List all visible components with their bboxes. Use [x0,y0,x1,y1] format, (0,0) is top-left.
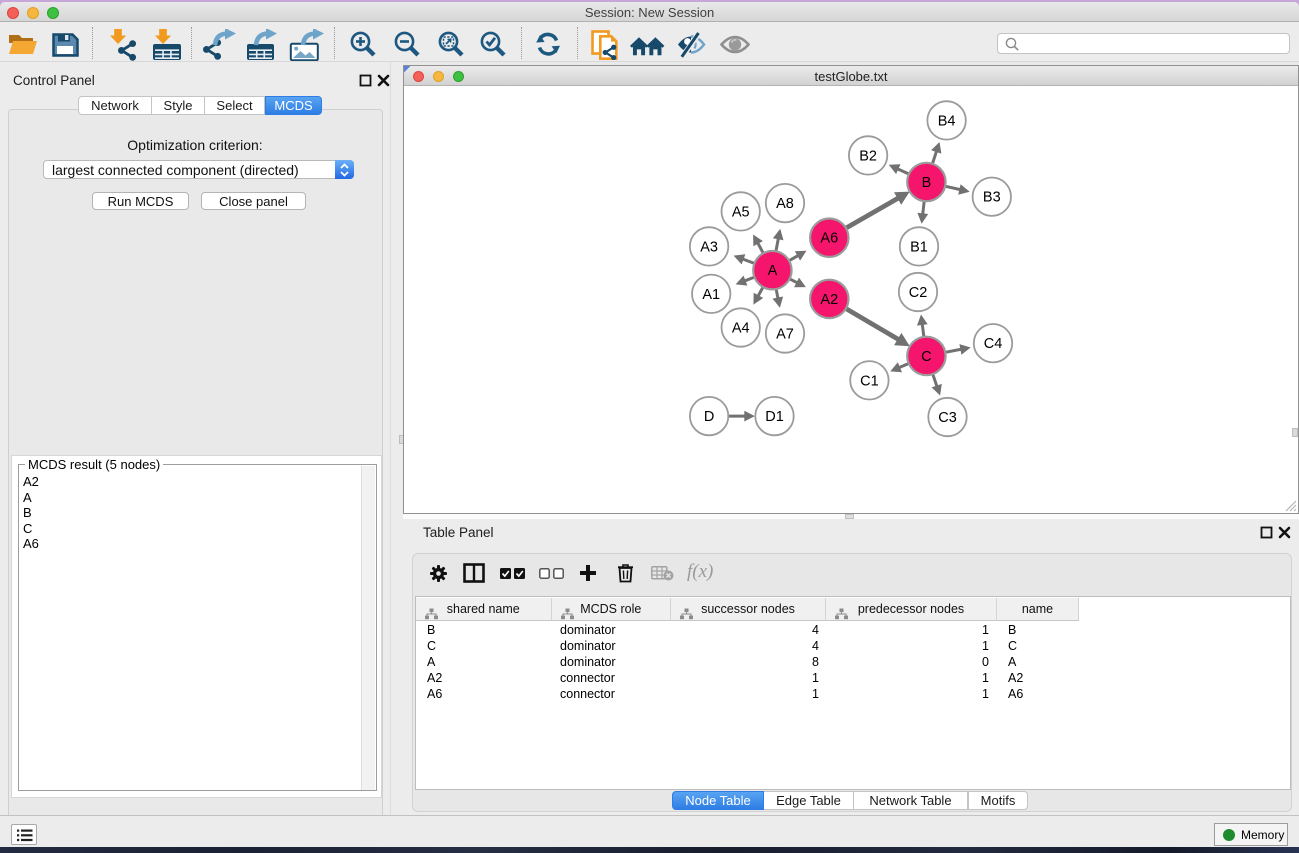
svg-text:C1: C1 [860,373,879,389]
svg-text:D1: D1 [765,409,784,425]
svg-text:C2: C2 [909,285,928,301]
svg-text:B2: B2 [859,148,877,164]
svg-text:A6: A6 [820,231,838,247]
svg-text:A: A [768,263,778,279]
svg-text:B3: B3 [983,190,1001,206]
svg-text:A3: A3 [700,239,718,255]
svg-text:C3: C3 [938,410,957,426]
svg-text:A5: A5 [732,204,750,220]
svg-text:B4: B4 [938,113,956,129]
svg-text:B: B [922,175,932,191]
svg-text:A1: A1 [702,287,720,303]
svg-text:A7: A7 [776,327,794,343]
svg-text:A8: A8 [776,196,794,212]
svg-text:A2: A2 [820,292,838,308]
svg-text:C: C [921,349,931,365]
svg-text:A4: A4 [732,321,750,337]
svg-text:D: D [704,409,714,425]
svg-text:B1: B1 [910,239,928,255]
svg-text:C4: C4 [984,336,1003,352]
